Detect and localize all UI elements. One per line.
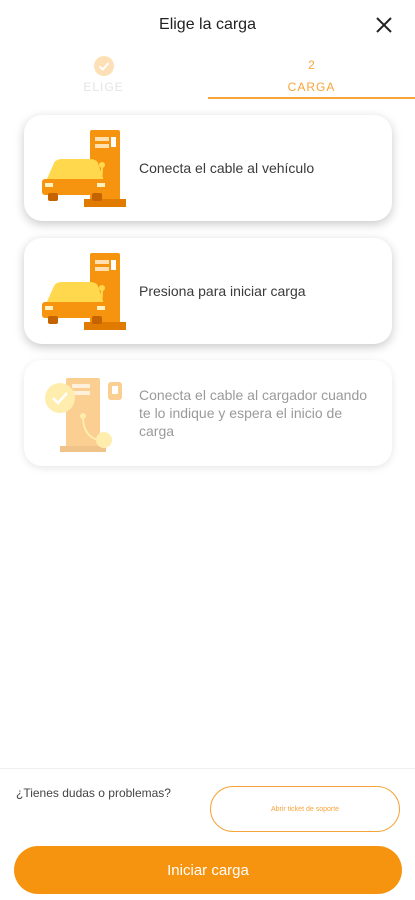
- step-elige[interactable]: ELIGE: [0, 52, 207, 98]
- step-card-connect-charger: Conecta el cable al cargador cuando te l…: [24, 360, 392, 466]
- start-charge-button[interactable]: Iniciar carga: [14, 846, 402, 894]
- page-title: Elige la carga: [159, 16, 256, 33]
- check-icon: [93, 56, 114, 76]
- step-card-press-start[interactable]: Presiona para iniciar carga: [24, 238, 392, 344]
- help-text: ¿Tienes dudas o problemas?: [16, 786, 171, 800]
- active-step-indicator: [208, 97, 415, 99]
- card-text: Conecta el cable al vehículo: [139, 160, 315, 176]
- card-text: Conecta el cable al cargador cuando te l…: [139, 387, 368, 439]
- car-charger-icon: [42, 130, 126, 207]
- header: Elige la carga: [0, 0, 415, 52]
- charger-plug-icon: [45, 378, 122, 452]
- step-label: CARGA: [287, 80, 336, 94]
- step-carga[interactable]: 2 CARGA: [208, 52, 415, 98]
- footer-divider: [0, 768, 415, 769]
- card-text: Presiona para iniciar carga: [139, 283, 306, 299]
- car-charger-icon: [42, 253, 126, 330]
- open-support-ticket-button[interactable]: Abrir ticket de soporte: [210, 786, 400, 832]
- step-number: 2: [308, 58, 315, 72]
- step-label: ELIGE: [83, 80, 124, 94]
- step-card-connect-vehicle[interactable]: Conecta el cable al vehículo: [24, 115, 392, 221]
- close-icon[interactable]: [373, 14, 395, 36]
- stepper: ELIGE 2 CARGA: [0, 52, 415, 100]
